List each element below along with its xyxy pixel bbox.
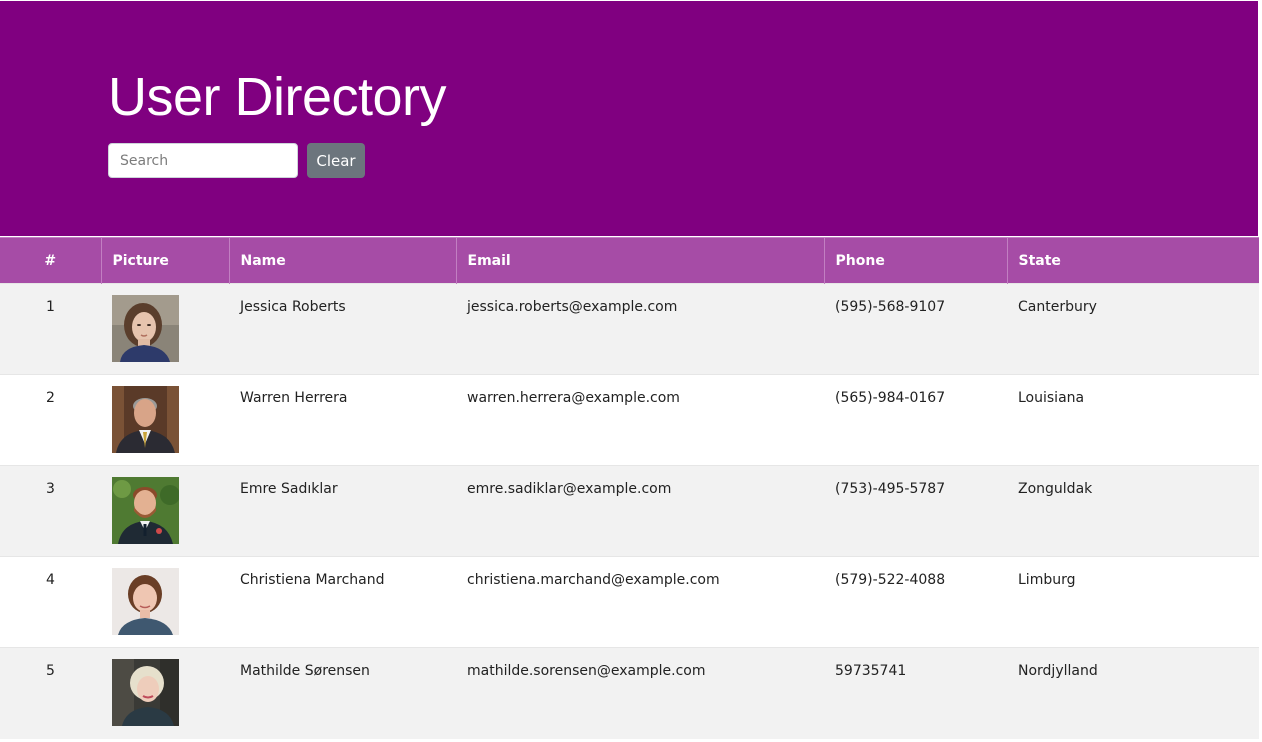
user-email: warren.herrera@example.com — [456, 374, 824, 466]
column-header-name[interactable]: Name — [228, 237, 456, 284]
picture-cell — [101, 556, 229, 648]
table-row: 5 Mathilde Sørensen mathilde.sorensen@ex… — [0, 647, 1259, 739]
page-title: User Directory — [108, 67, 447, 127]
column-header-email[interactable]: Email — [455, 237, 824, 284]
user-email: jessica.roberts@example.com — [456, 283, 824, 375]
user-state: Nordjylland — [1007, 647, 1259, 739]
avatar-man-suit — [112, 386, 179, 453]
user-phone: 59735741 — [824, 647, 1007, 739]
header-banner: User Directory Clear — [0, 1, 1258, 236]
row-number: 2 — [0, 374, 101, 466]
user-name: Emre Sadıklar — [229, 465, 456, 557]
column-header-phone[interactable]: Phone — [823, 237, 1007, 284]
picture-cell — [101, 647, 229, 739]
clear-button[interactable]: Clear — [307, 143, 365, 178]
page: User Directory Clear # Picture Name Emai… — [0, 1, 1260, 741]
row-number: 5 — [0, 647, 101, 739]
picture-cell — [101, 283, 229, 375]
row-number: 3 — [0, 465, 101, 557]
user-name: Warren Herrera — [229, 374, 456, 466]
avatar-woman-dark-hair — [112, 295, 179, 362]
user-email: emre.sadiklar@example.com — [456, 465, 824, 557]
column-header-state[interactable]: State — [1006, 237, 1259, 284]
user-phone: (565)-984-0167 — [824, 374, 1007, 466]
user-phone: (753)-495-5787 — [824, 465, 1007, 557]
user-state: Canterbury — [1007, 283, 1259, 375]
user-phone: (579)-522-4088 — [824, 556, 1007, 648]
user-name: Christiena Marchand — [229, 556, 456, 648]
avatar-man-beard — [112, 477, 179, 544]
picture-cell — [101, 465, 229, 557]
user-name: Jessica Roberts — [229, 283, 456, 375]
avatar-woman-brown-hair — [112, 568, 179, 635]
table-row: 3 Emre Sadıklar emre.sadiklar@example.co… — [0, 465, 1259, 557]
avatar-woman-blonde — [112, 659, 179, 726]
column-header-picture[interactable]: Picture — [100, 237, 229, 284]
table-header-row: # Picture Name Email Phone State — [0, 237, 1259, 284]
picture-cell — [101, 374, 229, 466]
user-phone: (595)-568-9107 — [824, 283, 1007, 375]
user-state: Louisiana — [1007, 374, 1259, 466]
user-email: christiena.marchand@example.com — [456, 556, 824, 648]
user-email: mathilde.sorensen@example.com — [456, 647, 824, 739]
row-number: 1 — [0, 283, 101, 375]
user-state: Zonguldak — [1007, 465, 1259, 557]
table-row: 1 Jessica Roberts jessica.roberts@exampl… — [0, 283, 1259, 375]
user-name: Mathilde Sørensen — [229, 647, 456, 739]
row-number: 4 — [0, 556, 101, 648]
user-state: Limburg — [1007, 556, 1259, 648]
table-row: 4 Christiena Marchand christiena.marchan… — [0, 556, 1259, 648]
users-table: # Picture Name Email Phone State 1 Jessi… — [0, 237, 1259, 739]
table-row: 2 Warren Herrera warren.herrera@example.… — [0, 374, 1259, 466]
search-input[interactable] — [108, 143, 298, 178]
column-header-number[interactable]: # — [0, 237, 101, 284]
